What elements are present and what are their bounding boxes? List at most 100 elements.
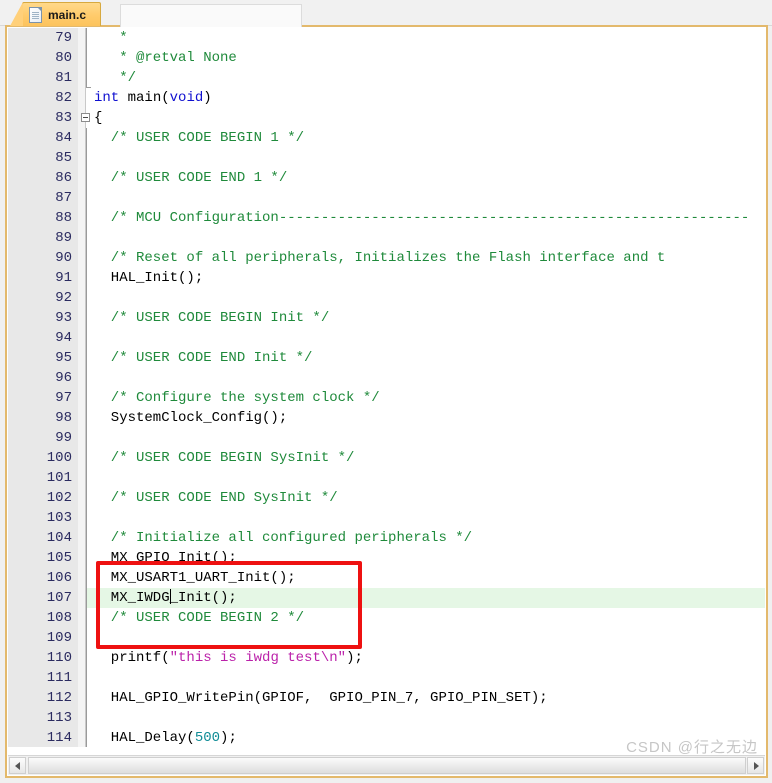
code-line[interactable]: 96 xyxy=(8,368,765,388)
code-line[interactable]: 97 /* Configure the system clock */ xyxy=(8,388,765,408)
code-line[interactable]: 85 xyxy=(8,148,765,168)
code-line[interactable]: 109 xyxy=(8,628,765,648)
line-number: 100 xyxy=(8,448,78,468)
code-line[interactable]: 82 int main(void) xyxy=(8,88,765,108)
code-text-area[interactable]: 79 * 80 * @retval None 81 */82 int main(voi… xyxy=(8,28,765,747)
code-line-text: */ xyxy=(94,68,136,88)
token-pln: ); xyxy=(346,650,363,666)
code-line-text: /* USER CODE BEGIN 1 */ xyxy=(94,128,304,148)
fold-guide-line xyxy=(86,608,87,628)
token-cmt: /* USER CODE END Init */ xyxy=(94,350,313,366)
code-line-text: printf("this is iwdg test\n"); xyxy=(94,648,363,668)
editor-inner: 79 * 80 * @retval None 81 */82 int main(voi… xyxy=(7,27,766,776)
code-line-text: /* USER CODE END 1 */ xyxy=(94,168,287,188)
token-pln: HAL_GPIO_WritePin(GPIOF, GPIO_PIN_7, GPI… xyxy=(94,690,548,706)
code-line[interactable]: 108 /* USER CODE BEGIN 2 */ xyxy=(8,608,765,628)
code-line-text: /* USER CODE BEGIN 2 */ xyxy=(94,608,304,628)
line-number: 94 xyxy=(8,328,78,348)
gutter-separator xyxy=(78,528,86,548)
code-line[interactable]: 89 xyxy=(8,228,765,248)
gutter-separator xyxy=(78,568,86,588)
code-line[interactable]: 95 /* USER CODE END Init */ xyxy=(8,348,765,368)
code-line[interactable]: 91 HAL_Init(); xyxy=(8,268,765,288)
token-cmt: */ xyxy=(94,70,137,86)
fold-guide-line xyxy=(86,48,87,68)
code-line[interactable]: 103 xyxy=(8,508,765,528)
fold-guide-line xyxy=(86,588,87,608)
code-line[interactable]: 86 /* USER CODE END 1 */ xyxy=(8,168,765,188)
code-line[interactable]: 113 xyxy=(8,708,765,728)
line-number: 98 xyxy=(8,408,78,428)
scroll-left-arrow-icon[interactable] xyxy=(9,757,26,774)
code-line[interactable]: 100 /* USER CODE BEGIN SysInit */ xyxy=(8,448,765,468)
scroll-right-arrow-icon[interactable] xyxy=(747,757,764,774)
tab-label: main.c xyxy=(48,7,87,22)
code-fold-toggle-icon[interactable] xyxy=(81,113,90,122)
line-number: 93 xyxy=(8,308,78,328)
fold-guide-line xyxy=(86,528,87,548)
code-line[interactable]: 104 /* Initialize all configured periphe… xyxy=(8,528,765,548)
tab-main-c[interactable]: main.c xyxy=(9,2,102,26)
code-line[interactable]: 110 printf("this is iwdg test\n"); xyxy=(8,648,765,668)
code-line-text: /* USER CODE BEGIN SysInit */ xyxy=(94,448,355,468)
code-line[interactable]: 84 /* USER CODE BEGIN 1 */ xyxy=(8,128,765,148)
line-number: 87 xyxy=(8,188,78,208)
fold-guide-line xyxy=(86,508,87,528)
token-cmt: * xyxy=(94,30,128,46)
horizontal-scrollbar-thumb[interactable] xyxy=(28,757,746,774)
code-line[interactable]: 114 HAL_Delay(500); xyxy=(8,728,765,747)
token-cmt: /* USER CODE BEGIN 1 */ xyxy=(94,130,305,146)
line-number: 107 xyxy=(8,588,78,608)
gutter-separator xyxy=(78,248,86,268)
fold-guide-line xyxy=(86,168,87,188)
code-line[interactable]: 105 MX_GPIO_Init(); xyxy=(8,548,765,568)
token-pln: ) xyxy=(203,90,212,106)
code-line[interactable]: 80 * @retval None xyxy=(8,48,765,68)
line-number: 88 xyxy=(8,208,78,228)
code-line[interactable]: 83 { xyxy=(8,108,765,128)
gutter-separator xyxy=(78,468,86,488)
gutter-separator xyxy=(78,128,86,148)
code-line[interactable]: 107 MX_IWDG_Init(); xyxy=(8,588,765,608)
fold-guide-line xyxy=(86,668,87,688)
code-line[interactable]: 81 */ xyxy=(8,68,765,88)
fold-guide-line xyxy=(86,68,91,88)
horizontal-scrollbar[interactable] xyxy=(8,755,765,775)
gutter-separator xyxy=(78,368,86,388)
fold-guide-line xyxy=(86,368,87,388)
editor-tab-strip: main.c xyxy=(0,0,772,27)
token-pln: { xyxy=(94,110,103,126)
code-editor-window: main.c 79 * 80 * @retval None 81 */82 int m… xyxy=(0,0,772,783)
code-line[interactable]: 87 xyxy=(8,188,765,208)
code-line[interactable]: 101 xyxy=(8,468,765,488)
fold-guide-line xyxy=(86,448,87,468)
code-line[interactable]: 92 xyxy=(8,288,765,308)
line-number: 96 xyxy=(8,368,78,388)
fold-guide-line xyxy=(86,188,87,208)
code-line[interactable]: 98 SystemClock_Config(); xyxy=(8,408,765,428)
fold-guide-line xyxy=(86,208,87,228)
token-cmt: * @retval None xyxy=(94,50,237,66)
line-number: 114 xyxy=(8,728,78,747)
fold-guide-line xyxy=(86,148,87,168)
code-line[interactable]: 79 * xyxy=(8,28,765,48)
code-line[interactable]: 90 /* Reset of all peripherals, Initiali… xyxy=(8,248,765,268)
code-line[interactable]: 112 HAL_GPIO_WritePin(GPIOF, GPIO_PIN_7,… xyxy=(8,688,765,708)
gutter-separator xyxy=(78,648,86,668)
code-line[interactable]: 93 /* USER CODE BEGIN Init */ xyxy=(8,308,765,328)
token-cmt: /* USER CODE BEGIN Init */ xyxy=(94,310,330,326)
fold-guide-line xyxy=(86,288,87,308)
code-line[interactable]: 102 /* USER CODE END SysInit */ xyxy=(8,488,765,508)
gutter-separator xyxy=(78,588,86,608)
line-number: 104 xyxy=(8,528,78,548)
gutter-separator xyxy=(78,688,86,708)
code-line-text: /* USER CODE END SysInit */ xyxy=(94,488,338,508)
code-line-text: * @retval None xyxy=(94,48,237,68)
fold-guide-line xyxy=(86,248,87,268)
code-line-text: MX_IWDG_Init(); xyxy=(94,588,237,608)
code-line[interactable]: 88 /* MCU Configuration-----------------… xyxy=(8,208,765,228)
code-line[interactable]: 99 xyxy=(8,428,765,448)
code-line[interactable]: 94 xyxy=(8,328,765,348)
code-line[interactable]: 106 MX_USART1_UART_Init(); xyxy=(8,568,765,588)
code-line[interactable]: 111 xyxy=(8,668,765,688)
